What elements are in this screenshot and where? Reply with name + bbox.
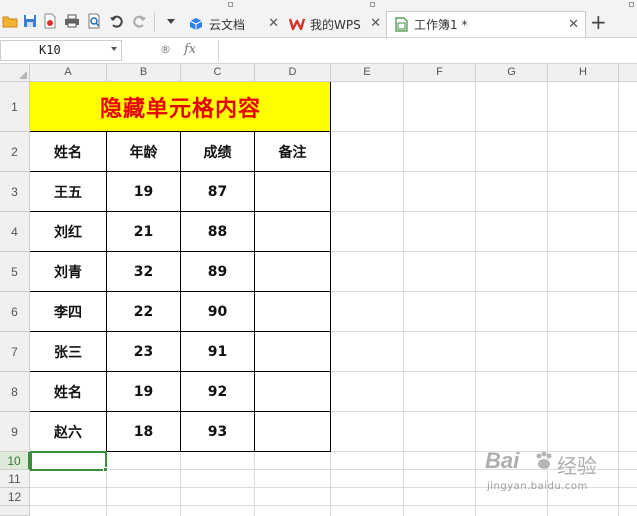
header-cell-remark[interactable]: 备注 [255, 132, 330, 172]
table-cell[interactable]: 刘红 [30, 212, 106, 252]
wps-logo-icon [289, 16, 305, 32]
table-cell[interactable]: 32 [107, 252, 180, 292]
row-header-6[interactable]: 6 [0, 292, 30, 332]
open-folder-icon[interactable] [2, 13, 18, 29]
undo-icon[interactable] [108, 13, 124, 29]
header-cell-score[interactable]: 成绩 [181, 132, 254, 172]
table-cell[interactable]: 21 [107, 212, 180, 252]
toolbar-separator [154, 12, 155, 32]
zoom-lookup-icon[interactable]: ® [160, 43, 171, 56]
table-cell[interactable]: 18 [107, 412, 180, 452]
row-header-4[interactable]: 4 [0, 212, 30, 252]
tab-label: 工作簿1 * [414, 18, 468, 32]
insert-function-icon[interactable]: fx [184, 42, 196, 57]
window-restore-marker [629, 2, 634, 7]
watermark-brand-suffix: 经验 [557, 454, 597, 478]
customize-dropdown-icon[interactable] [163, 13, 179, 29]
select-all-corner[interactable] [0, 64, 30, 82]
fill-handle[interactable] [103, 467, 108, 472]
table-cell[interactable]: 李四 [30, 292, 106, 332]
close-icon[interactable]: ✕ [268, 16, 279, 31]
header-cell-age[interactable]: 年龄 [107, 132, 180, 172]
watermark-url: jingyan.baidu.com [487, 481, 588, 492]
paw-icon [533, 450, 555, 475]
merged-title-cell[interactable]: 隐藏单元格内容 [30, 82, 331, 131]
table-cell[interactable]: 90 [181, 292, 254, 332]
tab-label: 我的WPS [310, 17, 361, 32]
table-cell[interactable]: 19 [107, 172, 180, 212]
row-header-7[interactable]: 7 [0, 332, 30, 372]
row-header-10[interactable]: 10 [0, 452, 30, 470]
table-cell[interactable] [255, 372, 330, 412]
window-restore-marker [370, 2, 375, 7]
new-tab-button[interactable]: + [590, 12, 607, 32]
table-cell[interactable] [255, 252, 330, 292]
table-cell[interactable]: 89 [181, 252, 254, 292]
save-icon[interactable] [22, 13, 38, 29]
row-header-partial[interactable] [0, 506, 30, 516]
column-header-d[interactable]: D [255, 64, 331, 82]
tab-cloud-docs[interactable]: 云文档 ✕ [182, 11, 285, 37]
table-cell[interactable]: 23 [107, 332, 180, 372]
baidu-jingyan-watermark: Bai 经验 jingyan.baidu.com [485, 448, 635, 500]
table-cell[interactable]: 93 [181, 412, 254, 452]
table-cell[interactable]: 19 [107, 372, 180, 412]
table-cell[interactable]: 87 [181, 172, 254, 212]
column-header-e[interactable]: E [331, 64, 404, 82]
table-cell[interactable] [255, 172, 330, 212]
window-restore-marker [228, 2, 233, 7]
watermark-brand: Bai [485, 448, 520, 473]
table-cell[interactable] [255, 212, 330, 252]
table-cell[interactable]: 姓名 [30, 372, 106, 412]
row-header-1[interactable]: 1 [0, 82, 30, 132]
table-cell[interactable]: 22 [107, 292, 180, 332]
table-cell[interactable] [255, 332, 330, 372]
header-cell-name[interactable]: 姓名 [30, 132, 106, 172]
tab-workbook[interactable]: 工作簿1 * ✕ [386, 11, 586, 37]
row-header-3[interactable]: 3 [0, 172, 30, 212]
title-tab-bar: 云文档 ✕ 我的WPS ✕ 工作簿1 * ✕ + [0, 0, 637, 38]
row-header-5[interactable]: 5 [0, 252, 30, 292]
print-preview-icon[interactable] [86, 13, 102, 29]
table-cell[interactable] [255, 412, 330, 452]
column-header-c[interactable]: C [181, 64, 255, 82]
row-header-11[interactable]: 11 [0, 470, 30, 488]
tab-my-wps[interactable]: 我的WPS ✕ [283, 11, 387, 37]
redo-icon[interactable] [132, 13, 148, 29]
table-cell[interactable]: 91 [181, 332, 254, 372]
column-header-g[interactable]: G [476, 64, 548, 82]
row-header-12[interactable]: 12 [0, 488, 30, 506]
tab-label: 云文档 [209, 17, 246, 32]
table-cell[interactable]: 88 [181, 212, 254, 252]
table-cell[interactable] [255, 292, 330, 332]
formula-bar: K10 ® fx [0, 38, 637, 64]
column-header-a[interactable]: A [30, 64, 107, 82]
row-header-2[interactable]: 2 [0, 132, 30, 172]
row-header-9[interactable]: 9 [0, 412, 30, 452]
row-header-8[interactable]: 8 [0, 372, 30, 412]
table-cell[interactable]: 张三 [30, 332, 106, 372]
name-box[interactable]: K10 [0, 40, 122, 61]
export-pdf-icon[interactable] [42, 13, 58, 29]
close-icon[interactable]: ✕ [370, 16, 381, 31]
formula-input[interactable] [218, 40, 637, 61]
print-icon[interactable] [64, 13, 80, 29]
chevron-down-icon[interactable] [111, 47, 117, 51]
workbook-icon [393, 17, 409, 33]
column-header-h[interactable]: H [548, 64, 619, 82]
close-icon[interactable]: ✕ [568, 17, 579, 32]
column-header-b[interactable]: B [107, 64, 181, 82]
column-header-f[interactable]: F [404, 64, 476, 82]
column-header-partial[interactable] [619, 64, 637, 82]
active-cell-selection[interactable] [30, 451, 107, 471]
table-cell[interactable]: 赵六 [30, 412, 106, 452]
table-cell[interactable]: 王五 [30, 172, 106, 212]
table-cell[interactable]: 92 [181, 372, 254, 412]
cloud-doc-icon [188, 16, 204, 32]
table-cell[interactable]: 刘青 [30, 252, 106, 292]
